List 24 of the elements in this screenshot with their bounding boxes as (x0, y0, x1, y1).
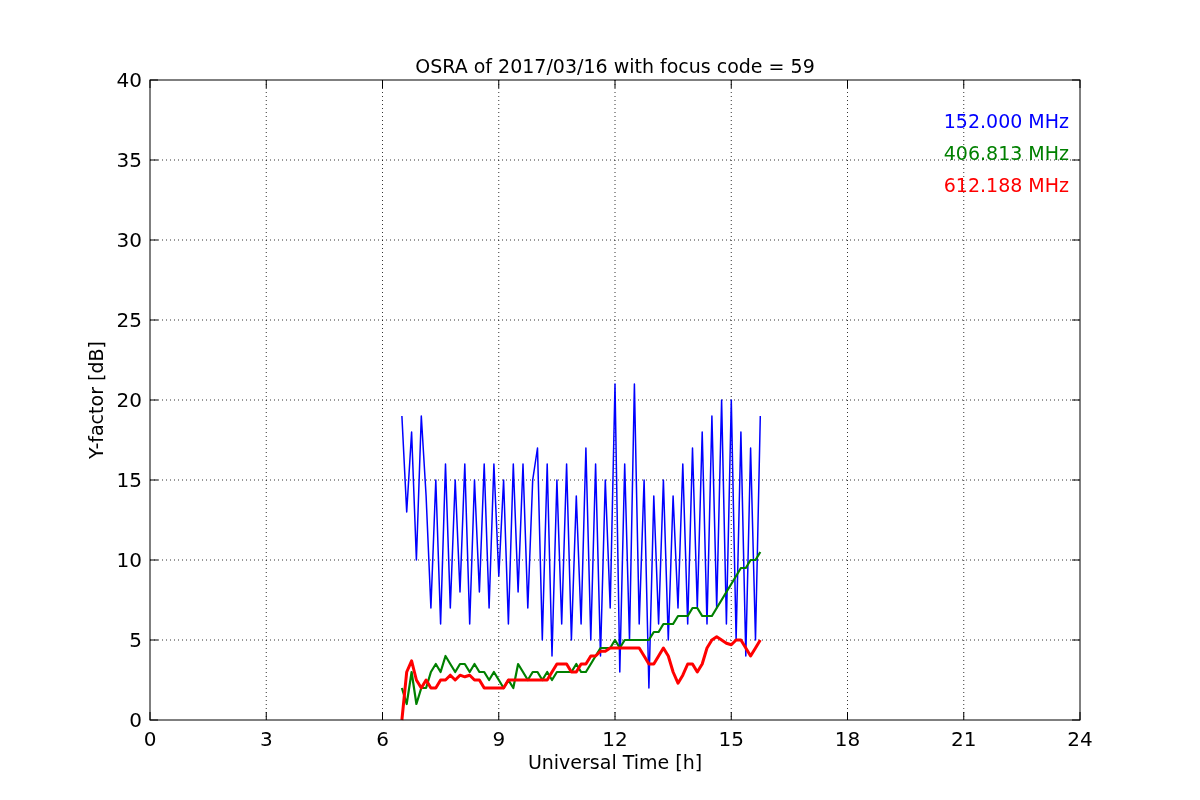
tick-label: 0 (143, 727, 157, 751)
legend-label: 406.813 MHz (943, 142, 1069, 164)
legend-label: 612.188 MHz (943, 174, 1069, 196)
tick-label: 15 (718, 727, 744, 751)
x-axis-label: Universal Time [h] (527, 751, 703, 773)
tick-label: 15 (116, 468, 142, 492)
tick-label: 24 (1067, 727, 1093, 751)
tick-label: 30 (116, 228, 142, 252)
tick-label: 12 (602, 727, 628, 751)
tick-label: 9 (492, 727, 506, 751)
chart-title: OSRA of 2017/03/16 with focus code = 59 (415, 55, 815, 77)
tick-label: 25 (116, 308, 142, 332)
tick-label: 5 (129, 628, 142, 652)
tick-label: 3 (259, 727, 273, 751)
y-axis-label: Y-factor [dB] (85, 341, 107, 459)
tick-label: 6 (376, 727, 389, 751)
tick-label: 21 (951, 727, 977, 751)
tick-label: 20 (116, 388, 142, 412)
tick-label: 10 (116, 548, 142, 572)
tick-label: 35 (116, 148, 142, 172)
legend-label: 152.000 MHz (943, 110, 1069, 132)
tick-label: 40 (116, 68, 142, 92)
tick-label: 18 (834, 727, 861, 751)
tick-label: 0 (129, 708, 142, 732)
